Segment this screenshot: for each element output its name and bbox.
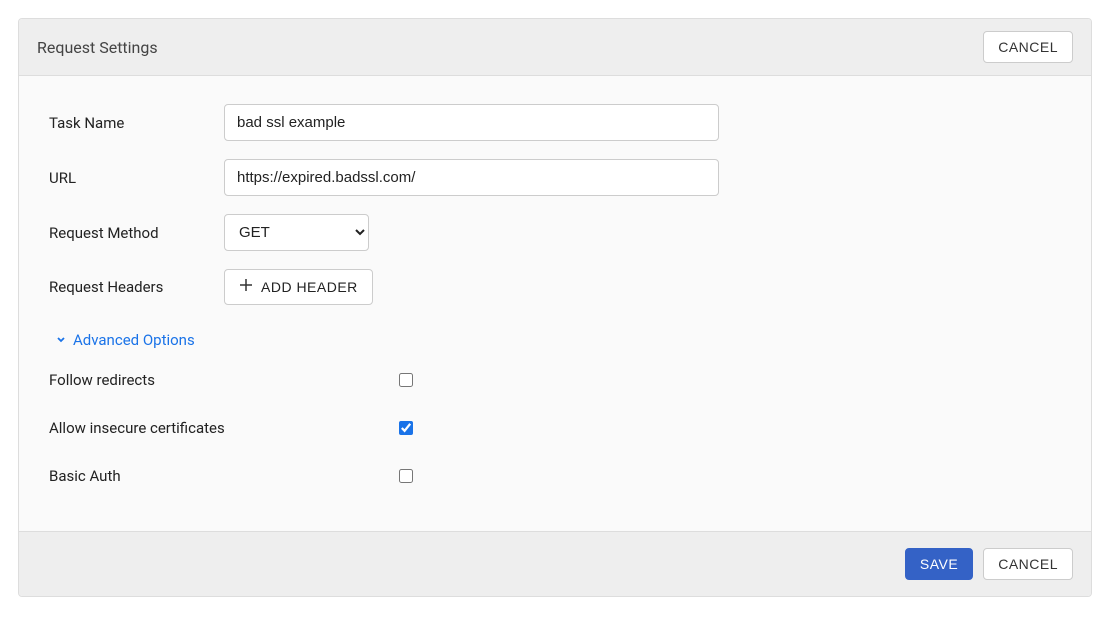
dialog-body: Task Name URL Request Method GET Request… (19, 76, 1091, 531)
advanced-options-label: Advanced Options (73, 331, 195, 349)
add-header-button[interactable]: ADD HEADER (224, 269, 373, 305)
request-headers-row: Request Headers ADD HEADER (49, 269, 1061, 305)
follow-redirects-row: Follow redirects (49, 371, 1061, 389)
add-header-label: ADD HEADER (261, 279, 358, 295)
request-headers-label: Request Headers (49, 278, 224, 296)
plus-icon (239, 278, 253, 296)
url-input[interactable] (224, 159, 719, 196)
follow-redirects-checkbox[interactable] (399, 373, 413, 387)
allow-insecure-checkbox[interactable] (399, 421, 413, 435)
save-button[interactable]: SAVE (905, 548, 973, 580)
allow-insecure-label: Allow insecure certificates (49, 419, 399, 437)
task-name-label: Task Name (49, 114, 224, 132)
request-method-label: Request Method (49, 224, 224, 242)
header-cancel-button[interactable]: CANCEL (983, 31, 1073, 63)
task-name-input[interactable] (224, 104, 719, 141)
dialog-header: Request Settings CANCEL (19, 19, 1091, 76)
request-settings-dialog: Request Settings CANCEL Task Name URL Re… (18, 18, 1092, 597)
basic-auth-row: Basic Auth (49, 467, 1061, 485)
basic-auth-checkbox[interactable] (399, 469, 413, 483)
task-name-row: Task Name (49, 104, 1061, 141)
request-method-row: Request Method GET (49, 214, 1061, 251)
chevron-down-icon (55, 331, 67, 349)
url-row: URL (49, 159, 1061, 196)
footer-cancel-button[interactable]: CANCEL (983, 548, 1073, 580)
allow-insecure-row: Allow insecure certificates (49, 419, 1061, 437)
dialog-footer: SAVE CANCEL (19, 531, 1091, 596)
url-label: URL (49, 169, 224, 187)
dialog-title: Request Settings (37, 38, 158, 57)
basic-auth-label: Basic Auth (49, 467, 399, 485)
advanced-options-toggle[interactable]: Advanced Options (55, 331, 195, 349)
request-method-select[interactable]: GET (224, 214, 369, 251)
follow-redirects-label: Follow redirects (49, 371, 399, 389)
